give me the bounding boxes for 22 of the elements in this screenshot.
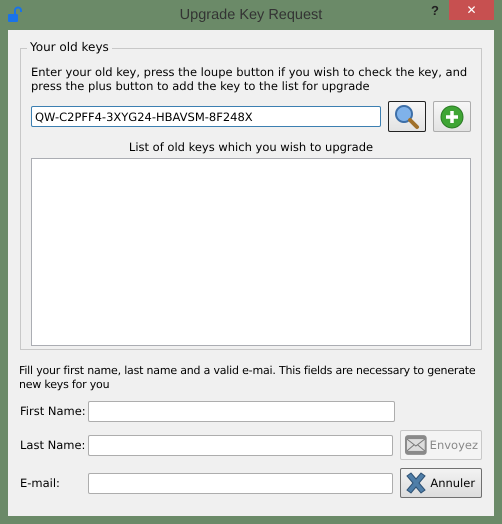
check-key-button[interactable] bbox=[388, 101, 426, 132]
envelope-icon bbox=[404, 433, 428, 457]
text-input-field[interactable] bbox=[88, 472, 394, 494]
cancel-button[interactable]: Annuler bbox=[400, 468, 482, 498]
text-input-field[interactable] bbox=[88, 400, 395, 422]
group-title: Your old keys bbox=[27, 40, 112, 54]
field-label: E-mail: bbox=[20, 476, 61, 490]
info-text: Fill your first name, last name and a valid e-mai. This fields are necessary to generate new keys for you bbox=[19, 364, 476, 392]
magnifier-icon bbox=[394, 104, 420, 130]
unlocked-padlock-icon bbox=[8, 6, 22, 22]
instructions-text: Enter your old key, press the loupe button if you wish to check the key, and press the plus button to add the key to the list for upgrade bbox=[31, 65, 468, 93]
add-key-button[interactable] bbox=[433, 101, 471, 132]
field-label: First Name: bbox=[20, 404, 87, 418]
key-input-field[interactable]: QW-C2PFF4-3XYG24-HBAVSM-8F248X bbox=[31, 106, 382, 127]
window-title: Upgrade Key Request bbox=[180, 7, 322, 23]
x-mark-icon bbox=[404, 471, 428, 495]
help-button[interactable]: ? bbox=[431, 3, 439, 18]
plus-icon bbox=[440, 104, 464, 128]
list-label: List of old keys which you wish to upgrade bbox=[128, 140, 374, 154]
close-button[interactable]: ✕ bbox=[449, 0, 494, 20]
field-label: Last Name: bbox=[20, 438, 86, 452]
text-input-field[interactable] bbox=[88, 434, 393, 456]
